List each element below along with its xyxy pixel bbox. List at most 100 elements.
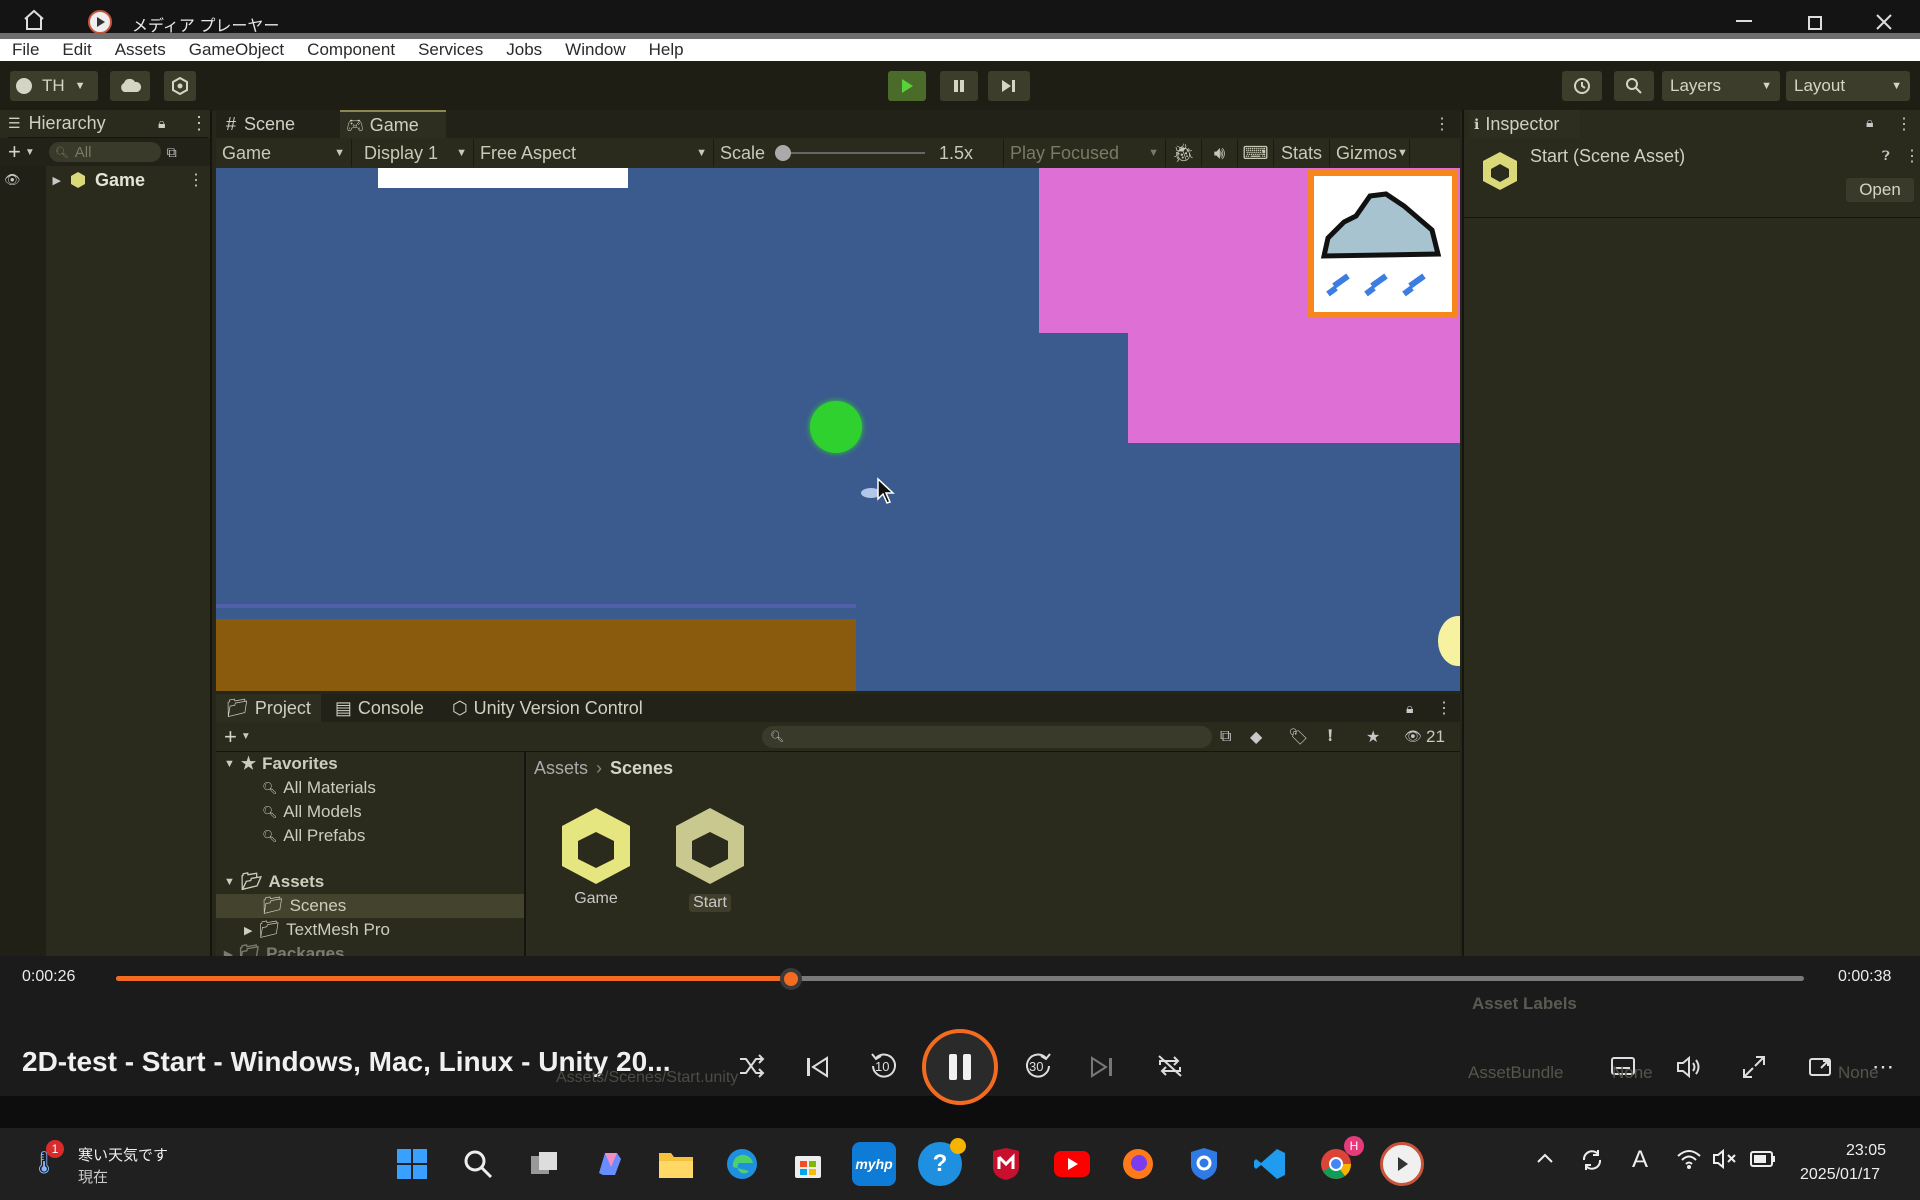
- hierarchy-tab[interactable]: ☰ Hierarchy 🔒︎ ⋮: [8, 110, 208, 138]
- skip-forward-icon[interactable]: 30: [1022, 1050, 1054, 1082]
- open-button[interactable]: Open: [1846, 178, 1914, 202]
- more-menu-icon[interactable]: ⋮: [1896, 114, 1912, 134]
- layers-dropdown[interactable]: Layers ▼: [1662, 71, 1780, 101]
- assets-header[interactable]: ▼ 📂︎ Assets: [216, 870, 524, 894]
- search-options-icon[interactable]: ⧉: [1220, 728, 1231, 746]
- seek-bar[interactable]: [116, 968, 1804, 990]
- assetbundle-variant-dropdown[interactable]: None: [1838, 1063, 1879, 1083]
- favorite-star-icon[interactable]: ★: [1366, 727, 1380, 747]
- more-menu-icon[interactable]: ⋮: [1904, 146, 1920, 166]
- gizmos-dropdown[interactable]: Gizmos ▼: [1330, 139, 1410, 167]
- file-explorer-icon[interactable]: [654, 1142, 698, 1186]
- folder-textmesh-pro[interactable]: ▶ 📁︎ TextMesh Pro: [216, 918, 524, 942]
- menu-component[interactable]: Component: [307, 40, 395, 60]
- game-viewport[interactable]: [216, 168, 1460, 691]
- fullscreen-icon[interactable]: [1742, 1055, 1766, 1079]
- chevron-right-icon[interactable]: ▶: [53, 174, 61, 187]
- play-button[interactable]: [888, 71, 926, 101]
- warning-icon[interactable]: ❗︎: [1328, 728, 1332, 746]
- chevron-down-icon[interactable]: ▼: [241, 731, 251, 742]
- defender-icon[interactable]: [1182, 1142, 1226, 1186]
- lock-icon[interactable]: 🔒︎: [1406, 700, 1413, 717]
- previous-track-icon[interactable]: [805, 1056, 829, 1078]
- bug-icon[interactable]: 🐞︎: [1166, 139, 1202, 167]
- hidden-packages-icon[interactable]: 👁︎: [1404, 728, 1422, 745]
- add-icon[interactable]: +: [8, 139, 21, 165]
- tray-chevron-up-icon[interactable]: [1536, 1152, 1554, 1164]
- weather-widget[interactable]: 🌡︎ 1 寒い天気です 現在: [22, 1138, 192, 1190]
- inspector-tab[interactable]: ℹ Inspector: [1470, 110, 1580, 138]
- more-menu-icon[interactable]: ⋮: [188, 170, 204, 190]
- battery-icon[interactable]: [1750, 1150, 1776, 1168]
- chrome-icon[interactable]: H: [1314, 1136, 1364, 1186]
- menu-help[interactable]: Help: [649, 40, 684, 60]
- shuffle-icon[interactable]: [738, 1054, 766, 1078]
- tab-version-control[interactable]: ⬡ Unity Version Control: [438, 694, 657, 722]
- task-view-icon[interactable]: [522, 1142, 566, 1186]
- menu-edit[interactable]: Edit: [62, 40, 91, 60]
- seek-bar-knob[interactable]: [780, 968, 803, 990]
- filter-type-icon[interactable]: ◆: [1250, 727, 1262, 747]
- favorites-header[interactable]: ▼ ★ Favorites: [216, 752, 524, 776]
- search-options-icon[interactable]: ⧉: [167, 144, 177, 161]
- scale-knob[interactable]: [775, 145, 792, 161]
- microsoft-store-icon[interactable]: [786, 1142, 830, 1186]
- help-icon[interactable]: ❓︎: [1882, 148, 1890, 164]
- asset-start-scene[interactable]: Start: [670, 804, 750, 912]
- tab-scene[interactable]: # Scene: [226, 110, 295, 138]
- layout-dropdown[interactable]: Layout ▼: [1786, 71, 1910, 101]
- sync-icon[interactable]: [1580, 1148, 1604, 1172]
- favorite-all-models[interactable]: 🔍︎ All Models: [216, 800, 524, 824]
- breadcrumb-assets[interactable]: Assets: [534, 758, 588, 779]
- tab-console[interactable]: ▤ Console: [321, 694, 438, 722]
- menu-gameobject[interactable]: GameObject: [189, 40, 284, 60]
- collab-button[interactable]: [164, 71, 196, 101]
- clock-date[interactable]: 2025/01/17: [1800, 1166, 1880, 1184]
- lock-icon[interactable]: 🔒︎: [1866, 114, 1873, 131]
- tab-project[interactable]: 📁︎ Project: [216, 694, 321, 722]
- repeat-icon[interactable]: [1156, 1053, 1184, 1079]
- cloud-button[interactable]: [110, 71, 150, 101]
- close-button[interactable]: [1874, 12, 1894, 32]
- scale-track[interactable]: [775, 145, 926, 161]
- pause-play-button[interactable]: [922, 1029, 998, 1105]
- next-track-icon[interactable]: [1090, 1056, 1114, 1078]
- tab-game[interactable]: 🎮︎ Game: [340, 110, 446, 138]
- keyboard-icon[interactable]: ⌨︎: [1238, 139, 1274, 167]
- account-dropdown[interactable]: TH ▼: [10, 71, 98, 101]
- stats-button[interactable]: Stats: [1274, 139, 1330, 167]
- hierarchy-scene-row[interactable]: 👁︎ ▶ Game ⋮: [0, 168, 210, 192]
- assetbundle-name-dropdown[interactable]: None: [1612, 1063, 1653, 1083]
- home-icon[interactable]: [22, 9, 46, 31]
- copilot-icon[interactable]: [588, 1142, 632, 1186]
- play-focused-dropdown[interactable]: Play Focused ▼: [1004, 139, 1166, 167]
- get-help-icon[interactable]: ?: [918, 1138, 966, 1186]
- vscode-icon[interactable]: [1248, 1142, 1292, 1186]
- mcafee-icon[interactable]: [984, 1142, 1028, 1186]
- asset-game-scene[interactable]: Game: [556, 804, 636, 908]
- step-button[interactable]: [988, 71, 1030, 101]
- menu-file[interactable]: File: [12, 40, 39, 60]
- more-menu-icon[interactable]: ⋮: [1436, 698, 1452, 718]
- menu-services[interactable]: Services: [418, 40, 483, 60]
- menu-assets[interactable]: Assets: [115, 40, 166, 60]
- input-method-icon[interactable]: A: [1632, 1146, 1648, 1174]
- folder-scenes[interactable]: 📁︎ Scenes: [216, 894, 524, 918]
- minimize-button[interactable]: [1736, 20, 1752, 22]
- lock-icon[interactable]: 🔒︎: [158, 115, 165, 132]
- add-icon[interactable]: +: [224, 724, 237, 750]
- display-dropdown[interactable]: Display 1 ▼: [352, 139, 474, 167]
- maximize-button[interactable]: [1808, 16, 1822, 30]
- more-menu-icon[interactable]: ⋮: [1434, 114, 1450, 134]
- youtube-icon[interactable]: [1050, 1142, 1094, 1186]
- favorite-all-materials[interactable]: 🔍︎ All Materials: [216, 776, 524, 800]
- myhp-icon[interactable]: myhp: [852, 1142, 896, 1186]
- clock-time[interactable]: 23:05: [1846, 1142, 1886, 1160]
- breadcrumb-scenes[interactable]: Scenes: [610, 758, 673, 779]
- audio-icon[interactable]: 🔊︎: [1202, 139, 1238, 167]
- search-icon[interactable]: [456, 1142, 500, 1186]
- aspect-dropdown[interactable]: Free Aspect ▼: [474, 139, 714, 167]
- undo-history-icon[interactable]: [1562, 71, 1602, 101]
- scale-slider[interactable]: Scale 1.5x: [714, 139, 1004, 167]
- visibility-icon[interactable]: 👁︎: [4, 172, 21, 188]
